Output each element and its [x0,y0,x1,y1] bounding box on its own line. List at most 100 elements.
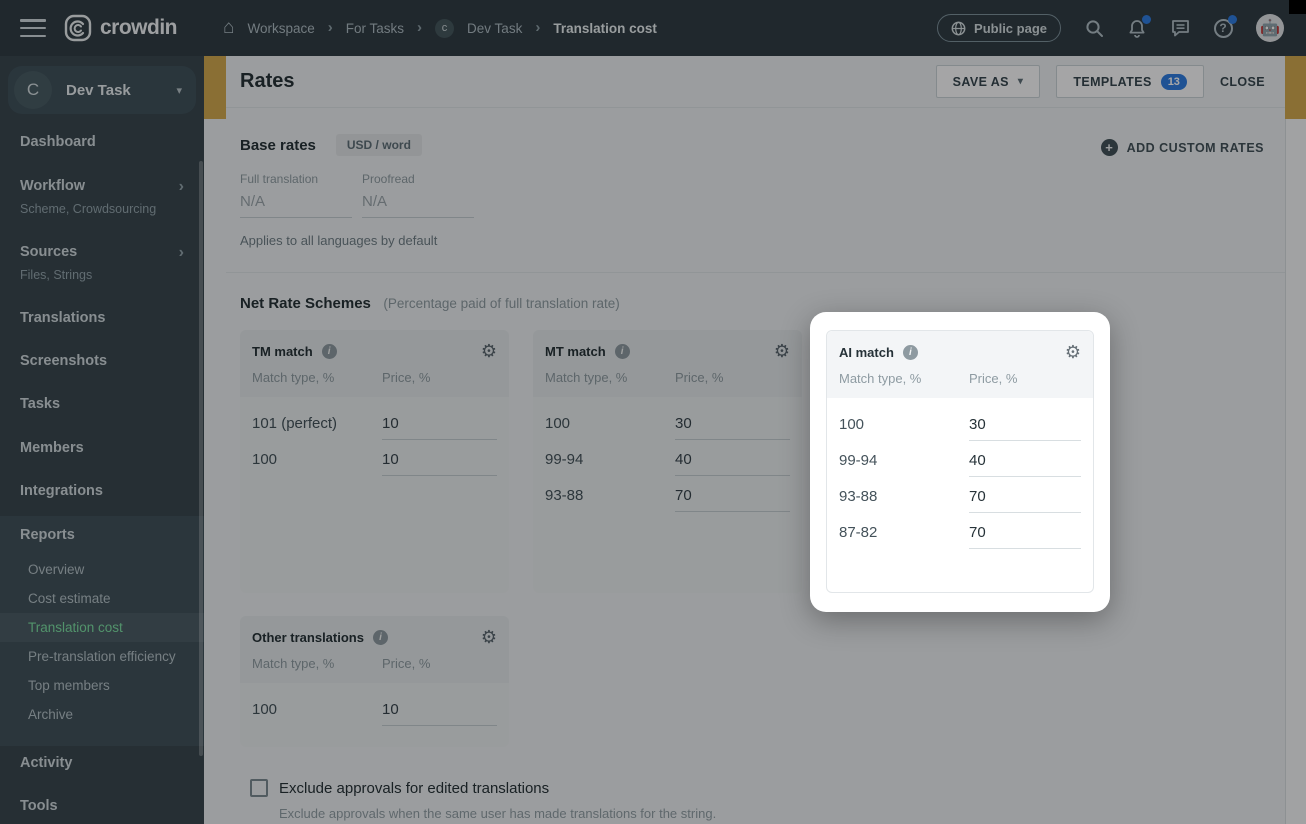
save-as-button[interactable]: SAVE AS ▾ [936,65,1041,98]
sidebar-item-translation-cost[interactable]: Translation cost [28,620,123,635]
sidebar-item-activity[interactable]: Activity [20,755,72,771]
sidebar-item-dashboard[interactable]: Dashboard [20,134,96,150]
save-as-label: SAVE AS [953,75,1009,89]
sidebar-item-top-members[interactable]: Top members [28,678,110,693]
base-rates-heading-row: Base rates USD / word [240,134,422,156]
price-column-header: Price, % [675,370,723,385]
price-input[interactable]: 40 [969,452,1081,477]
gear-icon[interactable]: ⚙ [481,342,497,360]
ai-match-card: AI match i ⚙ Match type, % Price, % 100 … [826,330,1094,593]
sidebar-item-reports[interactable]: Reports [20,527,75,543]
price-input[interactable]: 30 [675,415,790,440]
proofread-input[interactable]: N/A [362,193,474,218]
match-type-value: 100 [839,416,969,441]
templates-button[interactable]: TEMPLATES 13 [1056,65,1204,98]
help-icon[interactable]: ? [1213,18,1233,38]
close-button[interactable]: CLOSE [1220,75,1265,89]
content-scrollbar[interactable] [1285,119,1306,824]
price-column-header: Price, % [969,371,1017,386]
match-type-column-header: Match type, % [839,371,969,386]
net-rate-schemes-title: Net Rate Schemes [240,295,371,312]
sidebar-item-translations[interactable]: Translations [20,310,105,326]
header-actions: SAVE AS ▾ TEMPLATES 13 CLOSE [936,65,1265,98]
ai-match-spotlight: AI match i ⚙ Match type, % Price, % 100 … [810,312,1110,612]
chevron-right-icon[interactable]: › [179,244,184,262]
exclude-approvals-checkbox[interactable] [250,779,268,797]
public-page-button[interactable]: Public page [937,14,1061,42]
breadcrumb-for-tasks[interactable]: For Tasks [346,21,404,36]
chevron-right-icon[interactable]: › [179,178,184,196]
price-input[interactable]: 70 [969,524,1081,549]
info-icon[interactable]: i [903,345,918,360]
price-input[interactable]: 70 [675,487,790,512]
price-input[interactable]: 30 [969,416,1081,441]
background-banner-right [1285,56,1306,119]
sidebar: C Dev Task ▾ Dashboard Workflow › Scheme… [0,56,204,824]
tm-match-card: TM match i ⚙ Match type, % Price, % 101 … [240,330,509,593]
home-icon[interactable]: ⌂ [223,17,234,39]
exclude-approvals-label[interactable]: Exclude approvals for edited translation… [279,780,549,797]
sidebar-subtitle-sources: Files, Strings [20,268,92,282]
full-translation-label: Full translation [240,172,352,186]
price-column-header: Price, % [382,656,430,671]
sidebar-item-archive[interactable]: Archive [28,707,73,722]
notifications-bell-icon[interactable] [1127,18,1147,38]
project-selector[interactable]: C Dev Task ▾ [8,66,196,114]
rate-row: 101 (perfect) 10 [252,415,497,440]
project-name: Dev Task [66,82,131,99]
sidebar-item-tools[interactable]: Tools [20,798,58,814]
breadcrumb-dev-task[interactable]: Dev Task [467,21,522,36]
price-input[interactable]: 70 [969,488,1081,513]
hamburger-menu-icon[interactable] [20,19,46,37]
caret-down-icon: ▾ [1018,76,1023,87]
other-translations-title: Other translations [252,630,364,645]
crowdin-logo-text: crowdin [100,16,177,40]
mt-match-card: MT match i ⚙ Match type, % Price, % 100 … [533,330,802,593]
rate-row: 100 30 [839,416,1081,441]
info-icon[interactable]: i [615,344,630,359]
price-input[interactable]: 10 [382,701,497,726]
sidebar-item-sources[interactable]: Sources [20,244,77,260]
match-type-column-header: Match type, % [252,656,382,671]
base-rates-title: Base rates [240,137,316,154]
sidebar-item-pre-translation-efficiency[interactable]: Pre-translation efficiency [28,649,176,664]
currency-unit-badge: USD / word [336,134,422,156]
breadcrumb-workspace[interactable]: Workspace [248,21,315,36]
full-translation-input[interactable]: N/A [240,193,352,218]
gear-icon[interactable]: ⚙ [774,342,790,360]
templates-label: TEMPLATES [1073,75,1151,89]
search-icon[interactable] [1084,18,1104,38]
price-column-header: Price, % [382,370,430,385]
info-icon[interactable]: i [373,630,388,645]
breadcrumb-translation-cost: Translation cost [553,21,657,36]
info-icon[interactable]: i [322,344,337,359]
sidebar-item-cost-estimate[interactable]: Cost estimate [28,591,111,606]
user-avatar[interactable]: 🤖 [1256,14,1284,42]
price-input[interactable]: 40 [675,451,790,476]
exclude-approvals-help-text: Exclude approvals when the same user has… [279,806,716,821]
chevron-right-icon: › [328,19,333,36]
sidebar-item-members[interactable]: Members [20,440,84,456]
rates-panel: Rates SAVE AS ▾ TEMPLATES 13 CLOSE Base … [204,56,1306,824]
sidebar-item-integrations[interactable]: Integrations [20,483,103,499]
messages-icon[interactable] [1170,18,1190,38]
gear-icon[interactable]: ⚙ [481,628,497,646]
top-bar: crowdin ⌂ Workspace › For Tasks › c Dev … [0,0,1306,56]
sidebar-item-overview[interactable]: Overview [28,562,84,577]
sidebar-item-workflow[interactable]: Workflow [20,178,85,194]
sidebar-item-screenshots[interactable]: Screenshots [20,353,107,369]
net-rate-schemes-subtitle: (Percentage paid of full translation rat… [383,296,619,311]
help-notification-dot [1228,15,1237,24]
rate-row: 100 30 [545,415,790,440]
sidebar-item-tasks[interactable]: Tasks [20,396,60,412]
price-input[interactable]: 10 [382,415,497,440]
crowdin-logo-icon [64,14,92,42]
match-type-value: 100 [545,415,675,440]
crowdin-logo[interactable]: crowdin [64,14,177,42]
sidebar-scrollbar[interactable] [199,161,203,756]
chevron-right-icon: › [417,19,422,36]
gear-icon[interactable]: ⚙ [1065,343,1081,361]
match-type-value: 100 [252,701,382,726]
price-input[interactable]: 10 [382,451,497,476]
add-custom-rates-button[interactable]: + ADD CUSTOM RATES [1101,139,1264,156]
